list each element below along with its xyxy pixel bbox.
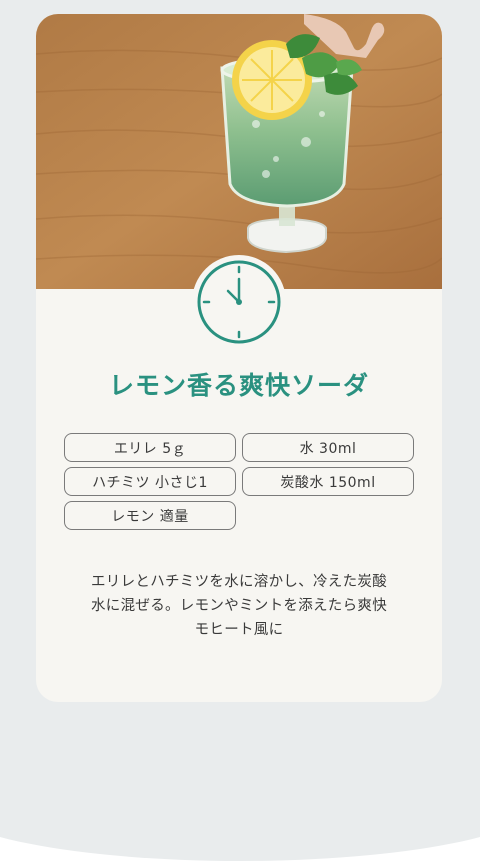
description-line: モヒート風に bbox=[194, 622, 284, 638]
page: レモン香る爽快ソーダ エリレ 5ｇ 水 30ml ハチミツ 小さじ1 炭酸水 1… bbox=[0, 0, 480, 861]
clock-icon bbox=[192, 255, 286, 349]
recipe-title: レモン香る爽快ソーダ bbox=[108, 371, 369, 400]
recipe-card: レモン香る爽快ソーダ エリレ 5ｇ 水 30ml ハチミツ 小さじ1 炭酸水 1… bbox=[36, 14, 442, 702]
ingredient-chip: 水 30ml bbox=[242, 433, 414, 462]
ingredient-chip: 炭酸水 150ml bbox=[242, 467, 414, 496]
ingredient-chip: ハチミツ 小さじ1 bbox=[64, 467, 236, 496]
recipe-description: エリレとハチミツを水に溶かし、冷えた炭酸 水に混ぜる。レモンやミントを添えたら爽… bbox=[66, 570, 412, 642]
ingredient-chip: エリレ 5ｇ bbox=[64, 433, 236, 462]
description-line: 水に混ぜる。レモンやミントを添えたら爽快 bbox=[91, 598, 387, 614]
recipe-photo bbox=[36, 14, 442, 289]
ingredient-chip: レモン 適量 bbox=[64, 501, 236, 530]
description-line: エリレとハチミツを水に溶かし、冷えた炭酸 bbox=[91, 574, 387, 590]
ingredient-list: エリレ 5ｇ 水 30ml ハチミツ 小さじ1 炭酸水 150ml レモン 適量 bbox=[64, 433, 416, 530]
